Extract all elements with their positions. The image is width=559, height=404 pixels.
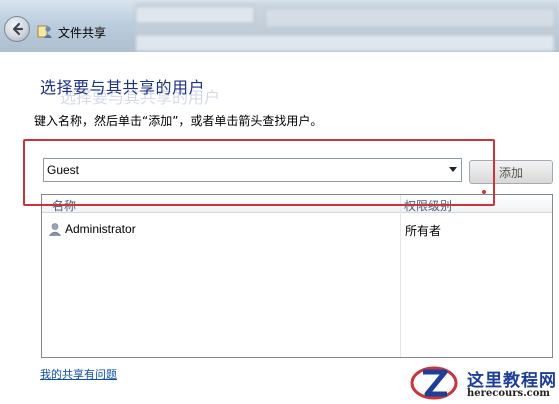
- add-button[interactable]: 添加: [469, 160, 553, 184]
- column-header-permission[interactable]: 权限级别: [404, 197, 452, 214]
- list-item[interactable]: Administrator 所有者: [42, 219, 552, 239]
- watermark-logo-icon: [410, 366, 458, 400]
- list-header: 名称 权限级别: [42, 195, 552, 213]
- instruction-text: 键入名称，然后单击“添加”，或者单击箭头查找用户。: [34, 114, 323, 128]
- file-share-icon: [37, 25, 52, 38]
- window-title: 文件共享: [58, 26, 107, 40]
- permission-level[interactable]: 所有者: [405, 222, 441, 239]
- page-title: 选择要与其共享的用户: [40, 78, 206, 97]
- background-window: [135, 2, 559, 52]
- annotation-dot: [482, 190, 486, 194]
- back-arrow-icon: [12, 22, 24, 36]
- user-name-combobox[interactable]: Guest: [43, 158, 462, 182]
- title-bar: 文件共享: [0, 0, 559, 52]
- user-list[interactable]: 名称 权限级别 Administrator 所有者: [41, 194, 553, 358]
- column-header-name[interactable]: 名称: [52, 197, 76, 214]
- user-icon: [48, 223, 62, 236]
- combo-value: Guest: [47, 163, 80, 177]
- watermark-url: herecours.com: [467, 388, 551, 399]
- back-button[interactable]: [4, 16, 30, 42]
- user-name: Administrator: [65, 222, 136, 236]
- help-link[interactable]: 我的共享有问题: [40, 366, 117, 382]
- chevron-down-icon[interactable]: [449, 167, 457, 172]
